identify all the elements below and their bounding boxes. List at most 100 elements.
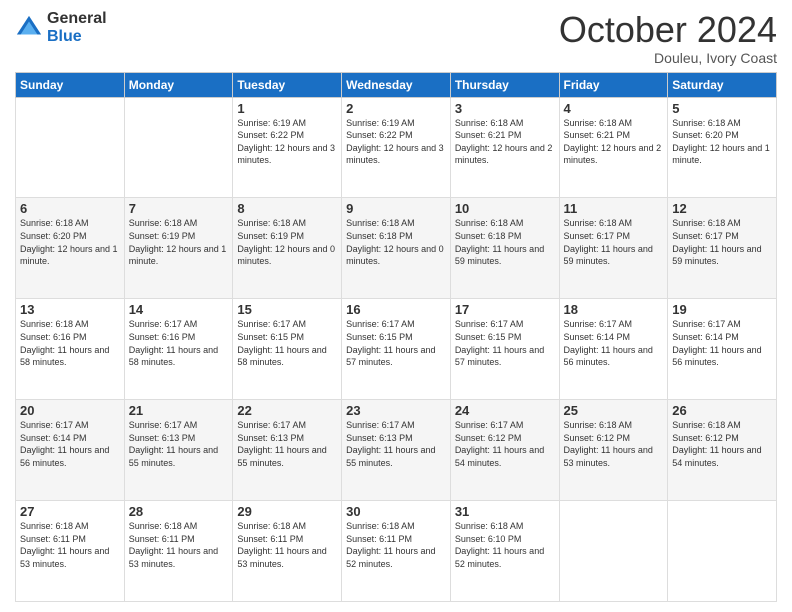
calendar-header-monday: Monday [124,72,233,97]
location-subtitle: Douleu, Ivory Coast [559,50,777,66]
calendar-cell: 24Sunrise: 6:17 AM Sunset: 6:12 PM Dayli… [450,400,559,501]
day-number: 8 [237,201,337,216]
day-info: Sunrise: 6:17 AM Sunset: 6:15 PM Dayligh… [346,319,435,367]
calendar-cell: 26 Sunrise: 6:18 AM Sunset: 6:12 PM Dayli… [668,400,777,501]
calendar-header-friday: Friday [559,72,668,97]
calendar-week-3: 20 Sunrise: 6:17 AM Sunset: 6:14 PM Dayli… [16,400,777,501]
day-info: Sunrise: 6:18 AM Sunset: 6:17 PM Dayligh… [672,218,761,266]
calendar-cell: 13 Sunrise: 6:18 AM Sunset: 6:16 PM Dayli… [16,299,125,400]
day-number: 18 [564,302,664,317]
logo-general: General [47,10,107,28]
calendar-cell: 22Sunrise: 6:17 AM Sunset: 6:13 PM Dayli… [233,400,342,501]
calendar-header-sunday: Sunday [16,72,125,97]
day-info: Sunrise: 6:17 AM Sunset: 6:16 PM Dayligh… [129,319,218,367]
calendar-cell: 6Sunrise: 6:18 AM Sunset: 6:20 PM Daylig… [16,198,125,299]
calendar-cell: 7 Sunrise: 6:18 AM Sunset: 6:19 PM Daylig… [124,198,233,299]
day-number: 30 [346,504,446,519]
day-info: Sunrise: 6:18 AM Sunset: 6:19 PM Dayligh… [129,218,227,266]
calendar-cell: 23Sunrise: 6:17 AM Sunset: 6:13 PM Dayli… [342,400,451,501]
day-info: Sunrise: 6:18 AM Sunset: 6:11 PM Dayligh… [129,521,218,569]
calendar-header-thursday: Thursday [450,72,559,97]
day-number: 16 [346,302,446,317]
header: General Blue October 2024 Douleu, Ivory … [15,10,777,66]
calendar-cell: 16 Sunrise: 6:17 AM Sunset: 6:15 PM Dayli… [342,299,451,400]
logo-text: General Blue [47,10,107,45]
calendar-cell: 3 Sunrise: 6:18 AM Sunset: 6:21 PM Daylig… [450,97,559,198]
page: General Blue October 2024 Douleu, Ivory … [0,0,792,612]
calendar-header-wednesday: Wednesday [342,72,451,97]
calendar-header-row: SundayMondayTuesdayWednesdayThursdayFrid… [16,72,777,97]
calendar-cell: 12 Sunrise: 6:18 AM Sunset: 6:17 PM Dayli… [668,198,777,299]
day-number: 4 [564,101,664,116]
logo-blue: Blue [47,28,107,46]
logo: General Blue [15,10,107,45]
calendar-cell: 5 Sunrise: 6:18 AM Sunset: 6:20 PM Daylig… [668,97,777,198]
day-info: Sunrise: 6:18 AM Sunset: 6:10 PM Dayligh… [455,521,544,569]
day-info: Sunrise: 6:18 AM Sunset: 6:16 PM Dayligh… [20,319,109,367]
day-number: 3 [455,101,555,116]
month-title: October 2024 [559,10,777,50]
day-info: Sunrise: 6:18 AM Sunset: 6:20 PM Dayligh… [20,218,118,266]
calendar-cell: 14 Sunrise: 6:17 AM Sunset: 6:16 PM Dayli… [124,299,233,400]
calendar-cell [668,501,777,602]
calendar-cell: 19 Sunrise: 6:17 AM Sunset: 6:14 PM Dayli… [668,299,777,400]
calendar-header-tuesday: Tuesday [233,72,342,97]
calendar-cell [559,501,668,602]
calendar-cell: 15 Sunrise: 6:17 AM Sunset: 6:15 PM Dayli… [233,299,342,400]
day-info: Sunrise: 6:18 AM Sunset: 6:20 PM Dayligh… [672,118,770,166]
day-number: 10 [455,201,555,216]
day-info: Sunrise: 6:19 AM Sunset: 6:22 PM Dayligh… [346,118,444,166]
day-number: 26 [672,403,772,418]
day-number: 14 [129,302,229,317]
calendar-cell: 20 Sunrise: 6:17 AM Sunset: 6:14 PM Dayli… [16,400,125,501]
day-info: Sunrise: 6:18 AM Sunset: 6:12 PM Dayligh… [564,420,653,468]
day-number: 1 [237,101,337,116]
day-number: 13 [20,302,120,317]
day-number: 12 [672,201,772,216]
day-info: Sunrise: 6:18 AM Sunset: 6:11 PM Dayligh… [346,521,435,569]
calendar-cell: 4 Sunrise: 6:18 AM Sunset: 6:21 PM Daylig… [559,97,668,198]
calendar-cell: 18 Sunrise: 6:17 AM Sunset: 6:14 PM Dayli… [559,299,668,400]
day-number: 22 [237,403,337,418]
calendar-week-1: 6Sunrise: 6:18 AM Sunset: 6:20 PM Daylig… [16,198,777,299]
day-number: 31 [455,504,555,519]
day-number: 9 [346,201,446,216]
calendar-cell: 9 Sunrise: 6:18 AM Sunset: 6:18 PM Daylig… [342,198,451,299]
calendar-cell: 30 Sunrise: 6:18 AM Sunset: 6:11 PM Dayli… [342,501,451,602]
day-info: Sunrise: 6:18 AM Sunset: 6:11 PM Dayligh… [20,521,109,569]
day-info: Sunrise: 6:18 AM Sunset: 6:12 PM Dayligh… [672,420,761,468]
calendar-cell: 17Sunrise: 6:17 AM Sunset: 6:15 PM Dayli… [450,299,559,400]
day-info: Sunrise: 6:18 AM Sunset: 6:17 PM Dayligh… [564,218,653,266]
day-info: Sunrise: 6:17 AM Sunset: 6:14 PM Dayligh… [672,319,761,367]
day-number: 28 [129,504,229,519]
calendar-cell: 10Sunrise: 6:18 AM Sunset: 6:18 PM Dayli… [450,198,559,299]
day-info: Sunrise: 6:18 AM Sunset: 6:19 PM Dayligh… [237,218,335,266]
day-number: 29 [237,504,337,519]
day-number: 19 [672,302,772,317]
day-info: Sunrise: 6:18 AM Sunset: 6:18 PM Dayligh… [346,218,444,266]
calendar-week-2: 13 Sunrise: 6:18 AM Sunset: 6:16 PM Dayli… [16,299,777,400]
calendar-cell: 28 Sunrise: 6:18 AM Sunset: 6:11 PM Dayli… [124,501,233,602]
calendar-cell: 11 Sunrise: 6:18 AM Sunset: 6:17 PM Dayli… [559,198,668,299]
day-number: 21 [129,403,229,418]
day-number: 2 [346,101,446,116]
calendar-cell [16,97,125,198]
day-number: 15 [237,302,337,317]
calendar-cell [124,97,233,198]
day-info: Sunrise: 6:18 AM Sunset: 6:21 PM Dayligh… [564,118,662,166]
day-info: Sunrise: 6:17 AM Sunset: 6:14 PM Dayligh… [20,420,109,468]
calendar-week-0: 1 Sunrise: 6:19 AM Sunset: 6:22 PM Daylig… [16,97,777,198]
calendar-cell: 21Sunrise: 6:17 AM Sunset: 6:13 PM Dayli… [124,400,233,501]
day-info: Sunrise: 6:17 AM Sunset: 6:15 PM Dayligh… [455,319,544,367]
day-info: Sunrise: 6:17 AM Sunset: 6:12 PM Dayligh… [455,420,544,468]
day-info: Sunrise: 6:18 AM Sunset: 6:11 PM Dayligh… [237,521,326,569]
day-info: Sunrise: 6:18 AM Sunset: 6:21 PM Dayligh… [455,118,553,166]
day-info: Sunrise: 6:17 AM Sunset: 6:14 PM Dayligh… [564,319,653,367]
day-number: 7 [129,201,229,216]
day-number: 5 [672,101,772,116]
day-number: 20 [20,403,120,418]
day-info: Sunrise: 6:17 AM Sunset: 6:15 PM Dayligh… [237,319,326,367]
day-info: Sunrise: 6:17 AM Sunset: 6:13 PM Dayligh… [346,420,435,468]
day-number: 11 [564,201,664,216]
calendar-cell: 2 Sunrise: 6:19 AM Sunset: 6:22 PM Daylig… [342,97,451,198]
